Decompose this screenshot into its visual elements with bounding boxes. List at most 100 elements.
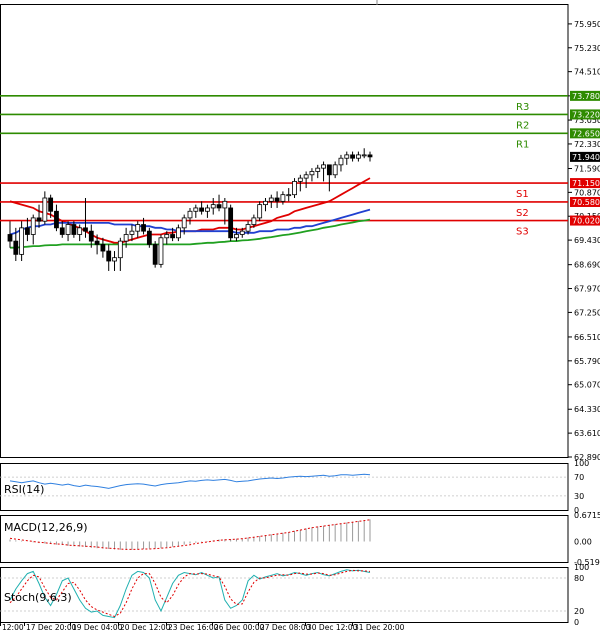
rsi-y-tick-label: 30 bbox=[574, 492, 584, 501]
macd-title: MACD(12,26,9) bbox=[4, 521, 88, 534]
candle bbox=[309, 168, 315, 182]
candle-body-up bbox=[42, 197, 48, 222]
candle bbox=[332, 161, 338, 179]
stoch-y-tick-label: 0 bbox=[574, 618, 579, 627]
price-y-tick-label: 64.330 bbox=[574, 405, 600, 414]
stoch-y-tick-label: 80 bbox=[574, 574, 584, 583]
level-price-label-s1: 71.150 bbox=[572, 179, 600, 188]
candle-body-up bbox=[164, 234, 170, 239]
candle-body-up bbox=[315, 167, 321, 172]
x-tick-label: 20 Dec 12:00 bbox=[120, 623, 171, 632]
candle-body-up bbox=[117, 240, 123, 259]
candle bbox=[303, 171, 309, 189]
level-name-r3: R3 bbox=[516, 102, 529, 113]
x-tick-label: 27 Dec 08:00 bbox=[260, 623, 311, 632]
candle-body-down bbox=[199, 207, 205, 212]
stoch-y-tick-label: 20 bbox=[574, 607, 584, 616]
level-price-label-r2: 73.220 bbox=[572, 110, 600, 119]
candle-body-up bbox=[123, 234, 129, 242]
candle bbox=[199, 201, 205, 215]
candle-body-up bbox=[286, 194, 292, 197]
candle-body-up bbox=[332, 164, 338, 176]
candle bbox=[152, 241, 158, 268]
current-price-label: 71.940 bbox=[572, 153, 600, 162]
candle-body-up bbox=[297, 177, 303, 182]
candle bbox=[36, 204, 42, 228]
candle bbox=[338, 154, 344, 172]
candle bbox=[268, 194, 274, 208]
level-name-s3: S3 bbox=[516, 227, 529, 238]
candle bbox=[54, 204, 59, 232]
rsi-y-tick-label: 70 bbox=[574, 473, 584, 482]
candle-body-down bbox=[88, 230, 94, 242]
candle-body-down bbox=[59, 227, 65, 235]
candle-body-down bbox=[367, 154, 373, 158]
candle-body-down bbox=[350, 154, 355, 159]
candle bbox=[42, 191, 48, 225]
candle bbox=[321, 161, 326, 182]
price-y-tick-label: 67.250 bbox=[574, 308, 600, 317]
candle-body-down bbox=[216, 204, 222, 209]
candle-body-up bbox=[135, 224, 141, 232]
x-tick-label: 23 Dec 16:00 bbox=[168, 623, 219, 632]
price-y-tick-label: 72.330 bbox=[574, 140, 600, 149]
candle bbox=[326, 164, 332, 192]
candle-body-down bbox=[25, 227, 30, 235]
x-tick-label: 26 Dec 00:00 bbox=[214, 623, 265, 632]
candle bbox=[158, 234, 164, 268]
candle-body-down bbox=[152, 244, 158, 265]
candle-body-down bbox=[146, 230, 152, 245]
price-y-tick-label: 68.690 bbox=[574, 261, 600, 270]
price-y-tick-label: 74.510 bbox=[574, 68, 600, 77]
trading-chart: 75.95075.23074.51073.78073.05072.33071.5… bbox=[0, 0, 600, 632]
candle bbox=[228, 204, 234, 242]
candle bbox=[210, 198, 216, 215]
candle-body-down bbox=[100, 244, 106, 252]
level-price-label-r3: 73.780 bbox=[572, 92, 600, 101]
price-y-tick-label: 75.230 bbox=[574, 44, 600, 53]
candle-body-up bbox=[361, 154, 367, 157]
candle-body-down bbox=[228, 207, 234, 239]
candle bbox=[30, 214, 36, 245]
candle-body-up bbox=[129, 230, 135, 235]
candle-body-up bbox=[303, 174, 309, 179]
price-y-tick-label: 70.870 bbox=[574, 188, 600, 197]
candle-body-up bbox=[19, 227, 25, 255]
candle bbox=[257, 201, 263, 222]
price-y-tick-label: 69.430 bbox=[574, 236, 600, 245]
candle-body-up bbox=[263, 200, 268, 206]
candle bbox=[193, 204, 199, 218]
candle-body-up bbox=[344, 154, 350, 159]
candle bbox=[361, 148, 367, 159]
rsi-y-tick-label: 100 bbox=[574, 459, 589, 468]
candle-body-up bbox=[321, 164, 326, 169]
price-y-tick-label: 65.070 bbox=[574, 381, 600, 390]
candle bbox=[350, 151, 355, 162]
candle-body-up bbox=[187, 210, 193, 219]
candle-body-up bbox=[338, 157, 344, 166]
candle-body-down bbox=[83, 227, 88, 232]
candle-body-down bbox=[71, 224, 77, 235]
candle-body-down bbox=[106, 250, 112, 262]
candle-body-up bbox=[292, 181, 297, 196]
rsi-line bbox=[9, 473, 371, 489]
candle bbox=[355, 151, 361, 162]
candle bbox=[65, 221, 71, 242]
candle bbox=[112, 251, 117, 271]
chart-root: 75.95075.23074.51073.78073.05072.33071.5… bbox=[0, 0, 600, 636]
candle-body-down bbox=[170, 234, 175, 239]
candle bbox=[292, 178, 297, 199]
x-tick-label: 17 Dec 20:00 bbox=[26, 623, 77, 632]
candle-body-down bbox=[7, 234, 13, 242]
x-tick-label: 12:00 bbox=[2, 623, 24, 632]
candle-body-up bbox=[112, 257, 117, 262]
level-name-r1: R1 bbox=[516, 139, 529, 150]
candle bbox=[7, 221, 13, 248]
candle bbox=[187, 207, 193, 225]
level-price-label-s3: 70.020 bbox=[572, 217, 600, 226]
candle-body-down bbox=[54, 210, 59, 229]
candle-body-down bbox=[36, 217, 42, 222]
candle-body-up bbox=[205, 207, 210, 212]
x-tick-label: 30 Dec 12:00 bbox=[307, 623, 358, 632]
level-name-r2: R2 bbox=[516, 120, 529, 131]
